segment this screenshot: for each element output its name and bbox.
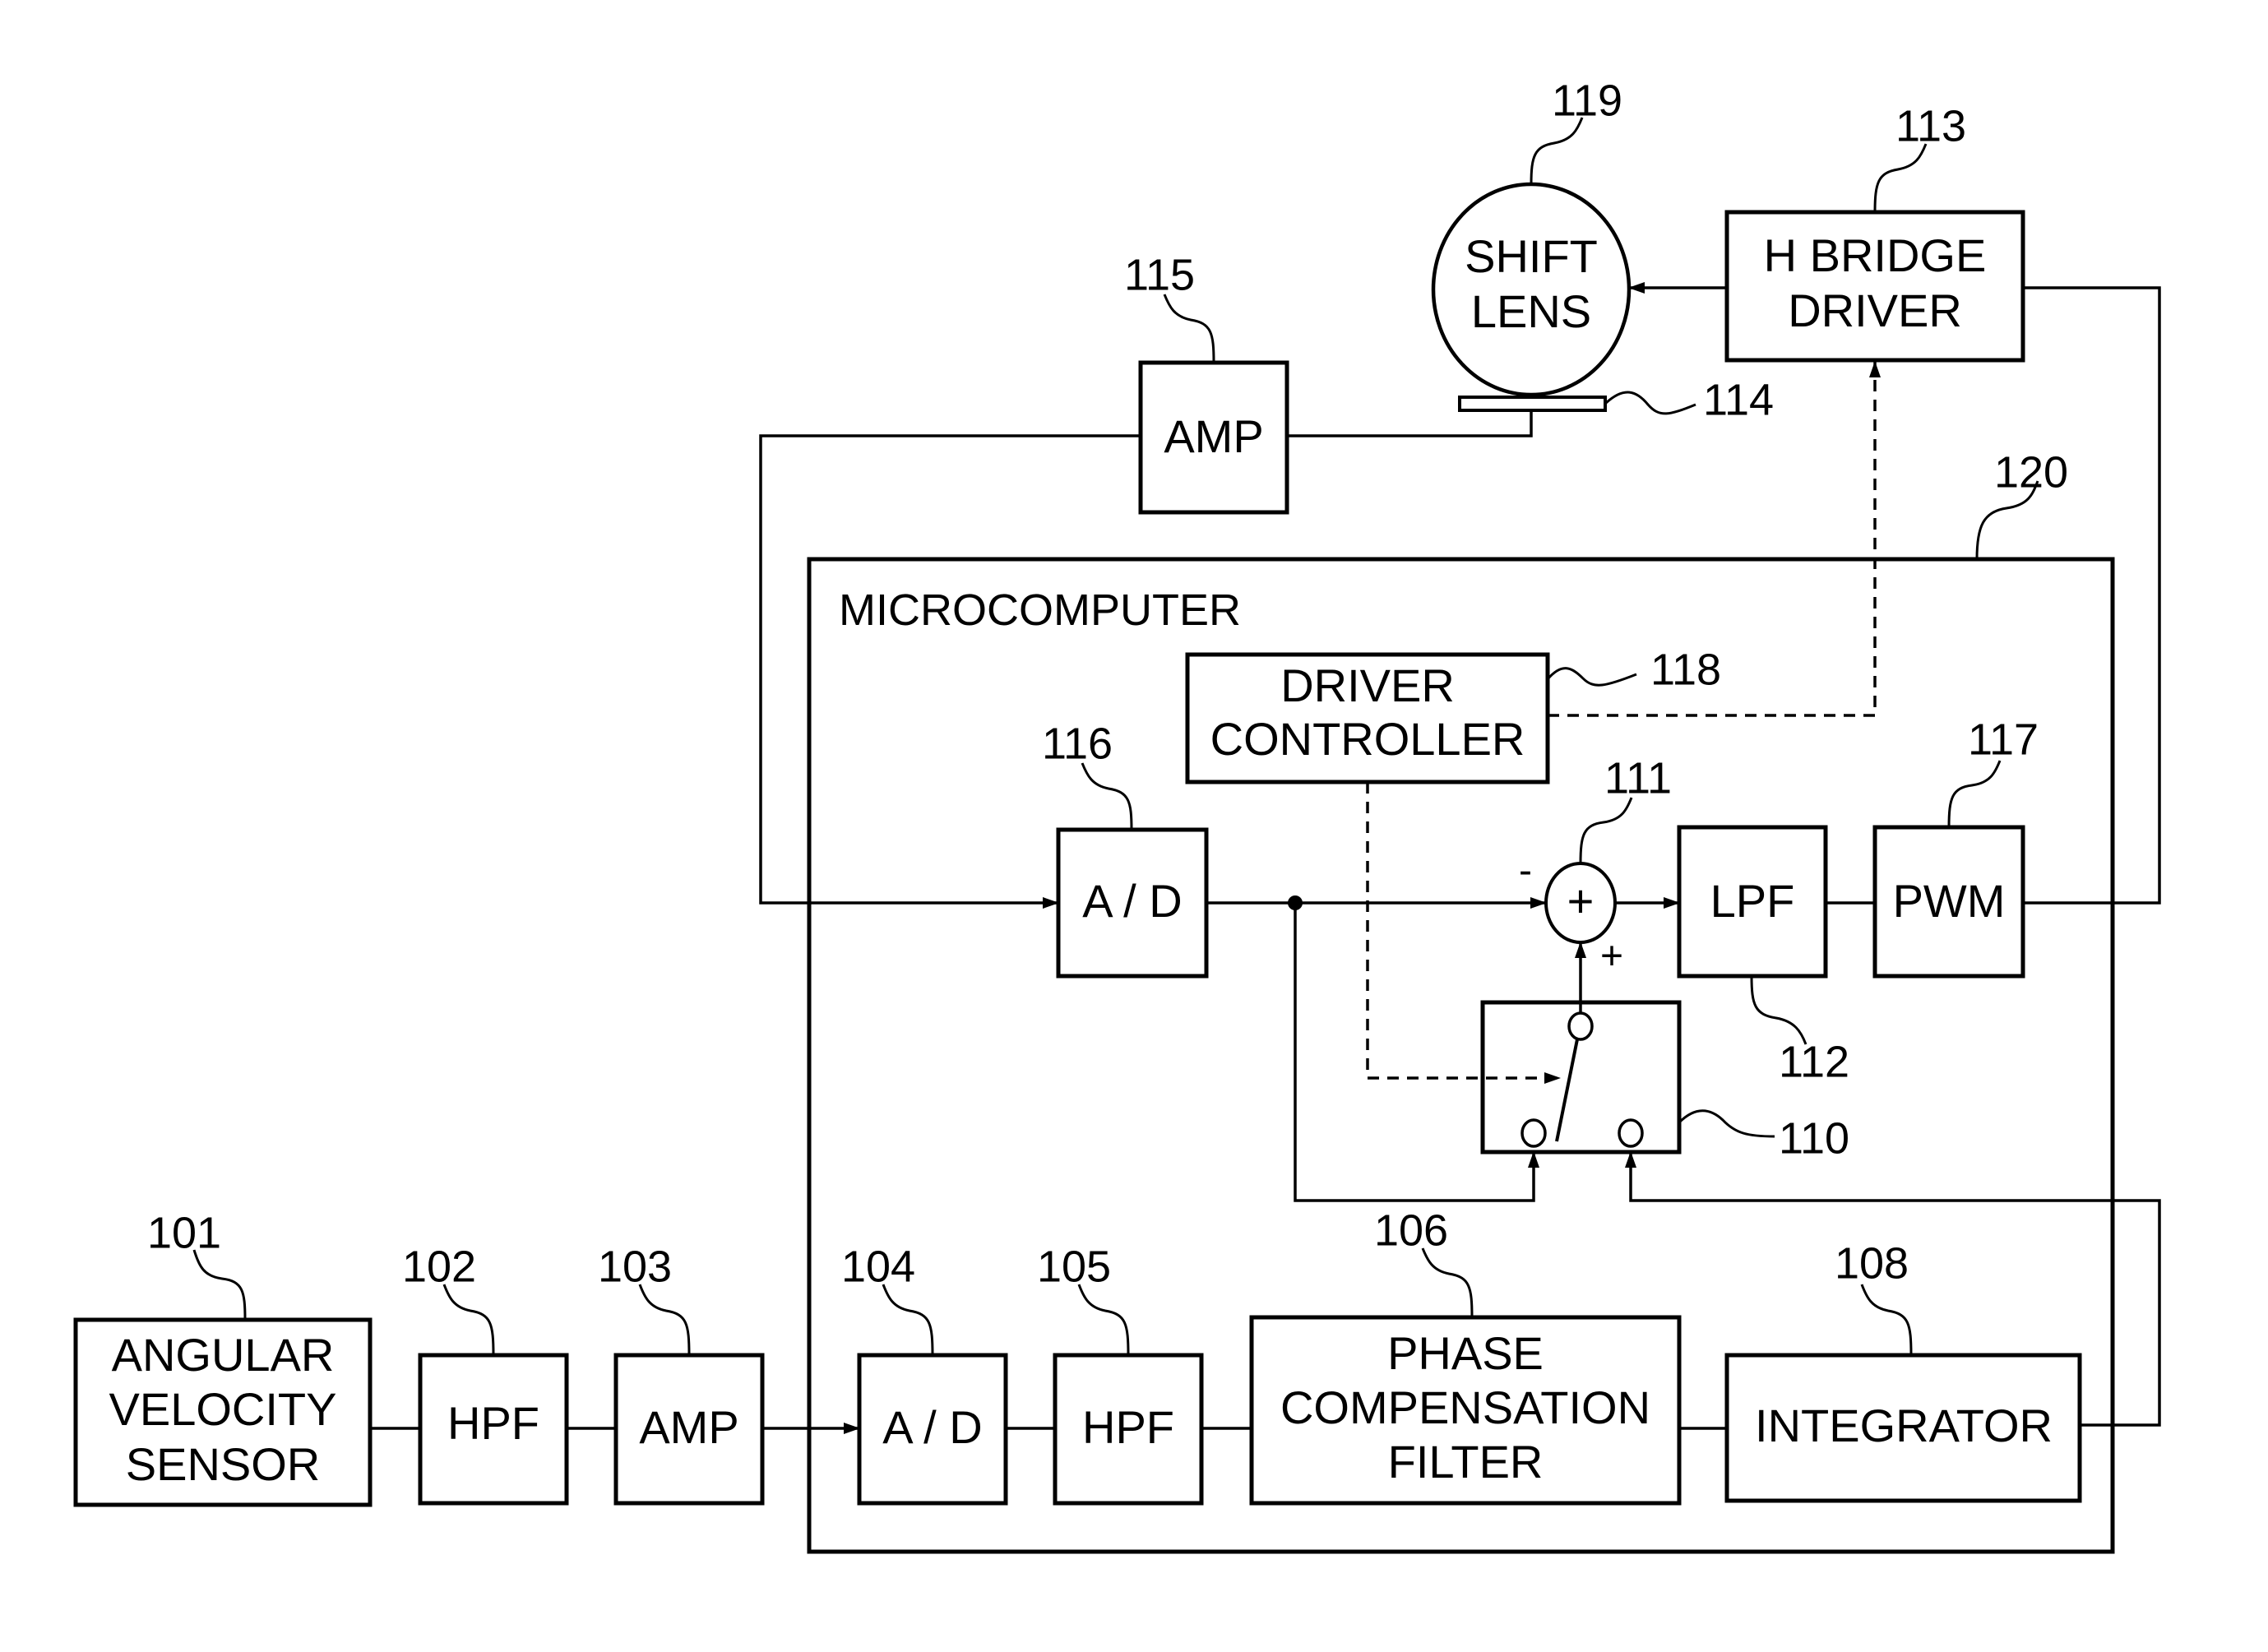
leader-113 xyxy=(1873,143,1928,213)
amp-115-block: AMP xyxy=(1138,360,1289,515)
leader-106 xyxy=(1421,1247,1474,1318)
leader-101 xyxy=(192,1249,247,1321)
sensor-label-line2: VELOCITY xyxy=(109,1383,337,1435)
pwm-label: PWM xyxy=(1893,875,2006,927)
hpf-102-block: HPF xyxy=(418,1353,569,1506)
hpf-105-block: HPF xyxy=(1053,1353,1204,1506)
h-bridge-line1: H BRIDGE xyxy=(1764,229,1987,281)
ref-112: 112 xyxy=(1779,1037,1849,1086)
phase-comp-label-line2: COMPENSATION xyxy=(1280,1381,1650,1433)
angular-velocity-sensor-block: ANGULAR VELOCITY SENSOR xyxy=(73,1317,373,1507)
block-diagram: MICROCOMPUTER 120 ANGULAR VELOCITY SENSO… xyxy=(73,76,2161,1554)
shift-lens: SHIFT LENS xyxy=(1431,182,1632,397)
driver-controller-line1: DRIVER xyxy=(1280,659,1455,711)
shift-lens-line1: SHIFT xyxy=(1465,230,1598,282)
leader-117 xyxy=(1947,760,2002,828)
wire-114-115 xyxy=(1287,410,1533,437)
wire-117-113 xyxy=(2023,286,2161,905)
leader-116 xyxy=(1081,762,1133,831)
leader-118 xyxy=(1546,667,1637,687)
h-bridge-driver-block: H BRIDGE DRIVER xyxy=(1724,210,2025,363)
ad-116-block: A / D xyxy=(1056,827,1209,979)
driver-controller-line2: CONTROLLER xyxy=(1210,713,1525,765)
ad-104-block: A / D xyxy=(857,1353,1008,1506)
leader-108 xyxy=(1860,1284,1913,1356)
ref-102: 102 xyxy=(402,1242,476,1291)
amp-115-label: AMP xyxy=(1164,410,1263,462)
phase-comp-label-line3: FILTER xyxy=(1388,1436,1544,1488)
switch-output-terminal xyxy=(1567,1011,1594,1041)
ref-106: 106 xyxy=(1374,1205,1448,1255)
ref-105: 105 xyxy=(1037,1242,1111,1291)
ref-111: 111 xyxy=(1604,753,1672,803)
h-bridge-line2: DRIVER xyxy=(1788,285,1962,336)
ad-116-label: A / D xyxy=(1082,875,1182,927)
hpf-102-label: HPF xyxy=(447,1397,539,1449)
switch-right-terminal xyxy=(1618,1118,1644,1148)
leader-102 xyxy=(442,1284,495,1356)
ad-104-label: A / D xyxy=(882,1401,982,1453)
ref-104: 104 xyxy=(841,1242,915,1291)
lpf-block: LPF xyxy=(1677,825,1828,979)
integrator-label: INTEGRATOR xyxy=(1755,1400,2053,1451)
lpf-label: LPF xyxy=(1710,875,1795,927)
ref-120: 120 xyxy=(1994,447,2068,497)
adder-minus-sign: - xyxy=(1519,849,1532,893)
leader-115 xyxy=(1163,294,1215,363)
leader-104 xyxy=(882,1284,934,1356)
ref-113: 113 xyxy=(1895,101,1966,150)
leader-114 xyxy=(1604,391,1696,415)
ref-108: 108 xyxy=(1835,1238,1909,1288)
leader-112 xyxy=(1750,975,1807,1045)
adder-111: + xyxy=(1544,862,1617,944)
sensor-label-line3: SENSOR xyxy=(126,1438,321,1490)
leader-110 xyxy=(1678,1109,1775,1138)
ref-114: 114 xyxy=(1703,375,1774,424)
ref-101: 101 xyxy=(147,1208,221,1257)
amp-103-block: AMP xyxy=(613,1353,765,1506)
ref-119: 119 xyxy=(1552,76,1622,125)
leader-119 xyxy=(1530,117,1584,185)
driver-controller-block: DRIVER CONTROLLER xyxy=(1185,652,1550,784)
integrator-block: INTEGRATOR xyxy=(1724,1353,2082,1503)
hpf-105-label: HPF xyxy=(1082,1401,1174,1453)
amp-103-label: AMP xyxy=(639,1401,738,1453)
sensor-label-line1: ANGULAR xyxy=(112,1329,335,1381)
position-sensor-114 xyxy=(1458,396,1607,412)
leader-105 xyxy=(1077,1284,1130,1356)
pwm-block: PWM xyxy=(1872,825,2025,979)
ref-117: 117 xyxy=(1968,715,2039,764)
leader-103 xyxy=(638,1284,691,1356)
ref-118: 118 xyxy=(1650,645,1721,694)
ref-115: 115 xyxy=(1124,250,1195,299)
ref-103: 103 xyxy=(598,1242,672,1291)
shift-lens-line2: LENS xyxy=(1471,285,1591,337)
phase-comp-label-line1: PHASE xyxy=(1387,1327,1544,1379)
adder-plus-sign: + xyxy=(1600,935,1623,979)
phase-compensation-filter-block: PHASE COMPENSATION FILTER xyxy=(1249,1315,1682,1506)
microcomputer-label: MICROCOMPUTER xyxy=(839,585,1241,635)
ref-110: 110 xyxy=(1779,1113,1849,1163)
switch-left-terminal xyxy=(1520,1118,1547,1148)
leader-111 xyxy=(1579,797,1633,864)
adder-plus-symbol: + xyxy=(1567,875,1595,927)
ref-116: 116 xyxy=(1042,719,1113,768)
